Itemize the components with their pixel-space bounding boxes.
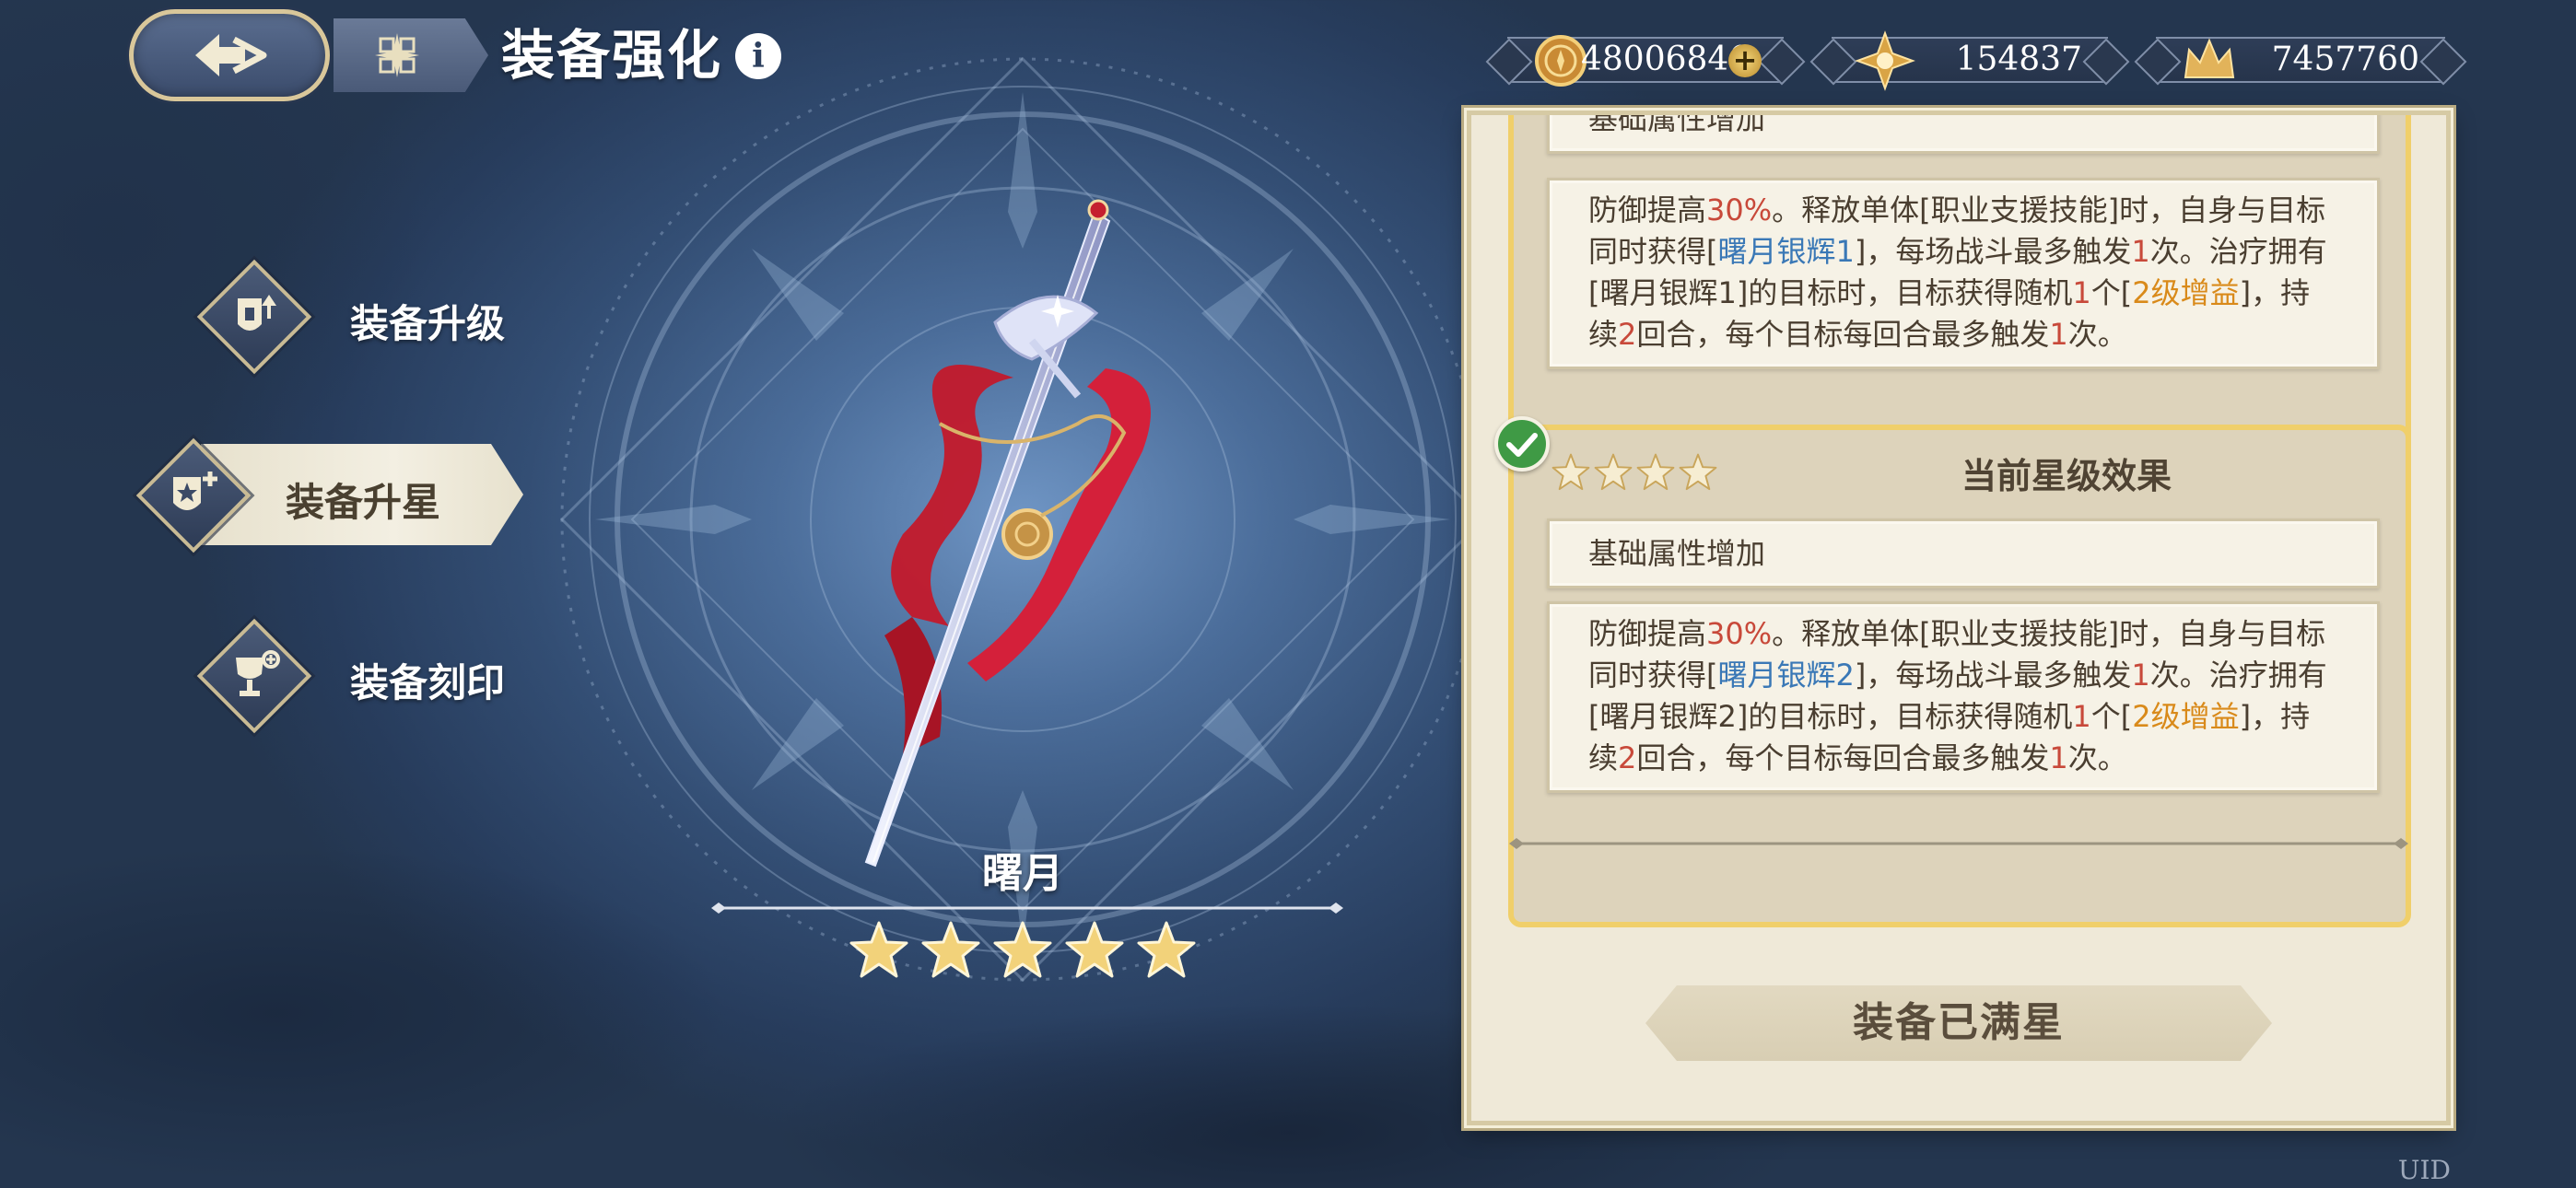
star-icon — [1636, 453, 1675, 491]
checkmark-icon — [1506, 433, 1538, 457]
desc-value: 1 — [2072, 275, 2091, 310]
sidebar-item-label: 装备刻印 — [350, 660, 506, 705]
basic-attribute-label: 基础属性增加 — [1588, 111, 1766, 136]
desc-text: ]，每场战斗最多触发 — [1854, 234, 2132, 269]
star-icon — [1679, 453, 1717, 491]
equipment-name: 曙月 — [982, 850, 1063, 897]
gold-amount: 48006846 — [1581, 41, 1751, 78]
panel-divider — [1509, 838, 2408, 849]
buff-link[interactable]: 曙月银辉2 — [1718, 658, 1855, 693]
back-arrow-icon — [195, 34, 267, 76]
shield-upgrade-icon — [238, 295, 276, 331]
currency-star-crystal: 154837 — [1832, 30, 2108, 91]
star-icon — [921, 921, 980, 978]
star-icon — [849, 921, 908, 978]
star-icon — [1137, 921, 1196, 978]
desc-text: 防御提高 — [1588, 616, 1707, 651]
star-icon — [1551, 453, 1590, 491]
buff-tier-link[interactable]: 2级增益 — [2132, 275, 2239, 310]
effect-description-box: 防御提高30%。释放单体[职业支援技能]时，自身与目标同时获得[曙月银辉1]，每… — [1547, 178, 2380, 369]
currency-gold: 48006846 + — [1507, 35, 1784, 87]
star-crystal-amount: 154837 — [1955, 41, 2082, 78]
current-level-check-icon — [1494, 416, 1550, 472]
user-id-label: UID 1720006905 — [2287, 1155, 2451, 1188]
basic-attribute-label: 基础属性增加 — [1588, 536, 1766, 571]
desc-value: 1 — [2131, 658, 2150, 693]
star-icon — [1594, 453, 1633, 491]
currency-crown: 7457760 — [2156, 37, 2445, 83]
star-icon — [1065, 921, 1124, 978]
crown-amount: 7457760 — [2271, 41, 2419, 78]
desc-value: 1 — [2049, 317, 2068, 352]
equipment-star-rating — [848, 919, 1198, 984]
home-menu-button[interactable] — [334, 18, 488, 92]
desc-text: 次。 — [2067, 740, 2127, 775]
basic-attribute-box: 基础属性增加 — [1547, 111, 2380, 154]
desc-value: 30% — [1706, 616, 1773, 651]
desc-text: 回合，每个目标每回合最多触发 — [1636, 317, 2050, 352]
current-effect-header: 当前星级效果 — [1551, 448, 2380, 507]
desc-value: 1 — [2131, 234, 2150, 269]
desc-value: 1 — [2072, 699, 2091, 734]
desc-value: 2 — [1618, 317, 1637, 352]
effect-description-box: 防御提高30%。释放单体[职业支援技能]时，自身与目标同时获得[曙月银辉2]，每… — [1547, 601, 2380, 793]
buff-link[interactable]: 曙月银辉1 — [1718, 234, 1855, 269]
desc-text: 回合，每个目标每回合最多触发 — [1636, 740, 2050, 775]
desc-value: 30% — [1706, 192, 1773, 227]
star-crystal-icon — [1855, 30, 1915, 91]
max-stars-button[interactable]: 装备已满星 — [1645, 985, 2272, 1061]
grid-menu-icon — [375, 33, 419, 77]
desc-text: 个[ — [2090, 275, 2133, 310]
star-icon — [993, 921, 1052, 978]
add-gold-button[interactable]: + — [1728, 44, 1762, 77]
name-underline-divider — [711, 903, 1343, 914]
desc-value: 1 — [2049, 740, 2068, 775]
back-button[interactable] — [129, 9, 330, 101]
goblet-engrave-icon — [236, 650, 280, 696]
desc-text: ]，每场战斗最多触发 — [1854, 658, 2132, 693]
sidebar-item-label: 装备升级 — [350, 301, 506, 346]
buff-tier-link[interactable]: 2级增益 — [2132, 699, 2239, 734]
basic-attribute-box: 基础属性增加 — [1547, 518, 2380, 588]
desc-value: 2 — [1618, 740, 1637, 775]
star-shield-icon — [173, 472, 217, 510]
current-star-rating — [1551, 452, 1718, 493]
desc-text: 防御提高 — [1588, 192, 1707, 227]
sword-illustration — [864, 199, 1151, 868]
desc-text: 个[ — [2090, 699, 2133, 734]
desc-text: 次。 — [2067, 317, 2127, 352]
crown-icon — [2184, 38, 2235, 78]
sidebar-item-label: 装备升星 — [286, 480, 441, 525]
current-effect-title: 当前星级效果 — [1961, 456, 2172, 496]
star-effect-panel[interactable]: 基础属性增加 防御提高30%。释放单体[职业支援技能]时，自身与目标同时获得[曙… — [1467, 111, 2451, 1125]
